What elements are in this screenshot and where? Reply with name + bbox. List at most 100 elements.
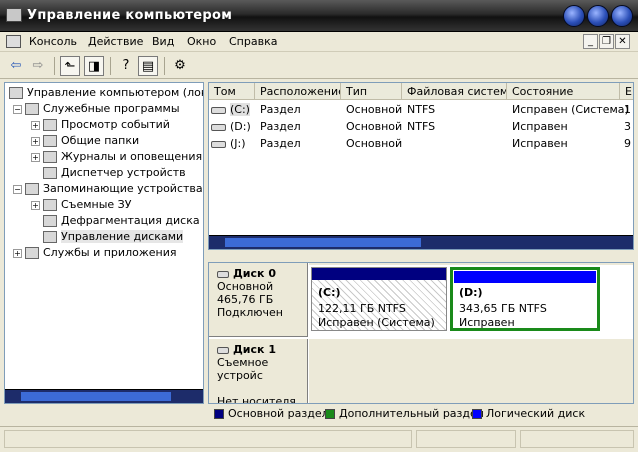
- disk-1-empty-area[interactable]: [309, 339, 633, 403]
- volume-layout: Раздел: [260, 137, 301, 150]
- tree-item-label: Запоминающие устройства: [43, 182, 203, 195]
- legend-logical-label: Логический диск: [486, 407, 586, 420]
- volume-type: Основной: [346, 137, 403, 150]
- tree-item-device-manager[interactable]: Диспетчер устройств: [43, 165, 186, 181]
- pane-splitter[interactable]: [208, 252, 634, 262]
- volume-list-horizontal-scrollbar[interactable]: [209, 235, 633, 249]
- device-manager-icon: [43, 167, 57, 179]
- toolbar: ⇦ ⇨ ⬑ ◨ ? ▤ ⚙: [0, 53, 638, 79]
- menu-action[interactable]: Действие: [88, 35, 143, 48]
- tree-item-logs-alerts[interactable]: + Журналы и оповещения пр: [31, 149, 204, 165]
- maximize-icon[interactable]: [587, 5, 609, 27]
- close-icon[interactable]: [611, 5, 633, 27]
- collapse-icon[interactable]: −: [13, 184, 22, 194]
- tree-item-shared-folders[interactable]: + Общие папки: [31, 133, 139, 149]
- partition-d-status: Исправен: [459, 316, 515, 329]
- properties-icon[interactable]: ▤: [138, 56, 158, 76]
- forward-icon[interactable]: ⇨: [28, 56, 48, 76]
- mdi-restore-icon[interactable]: ❐: [599, 34, 614, 49]
- partition-c-status: Исправен (Система): [318, 316, 435, 329]
- tree-item-label: Журналы и оповещения пр: [61, 150, 204, 163]
- expand-icon[interactable]: +: [31, 200, 40, 210]
- expand-icon[interactable]: +: [31, 152, 40, 162]
- tree-item-services-apps[interactable]: + Службы и приложения: [13, 245, 176, 261]
- disk-0-gap: [309, 263, 633, 265]
- window-title: Управление компьютером: [27, 8, 233, 23]
- disk-0-info[interactable]: Диск 0 Основной 465,76 ГБ Подключен: [209, 263, 308, 337]
- disk-1-type: Съемное устройс: [217, 356, 269, 382]
- column-header-capacity[interactable]: Е: [620, 83, 633, 100]
- console-icon[interactable]: [6, 35, 21, 48]
- tree-item-system-tools[interactable]: − Служебные программы: [13, 101, 180, 117]
- help-icon[interactable]: ?: [116, 56, 136, 76]
- volume-status: Исправен: [512, 137, 568, 150]
- extended-swatch: [325, 409, 335, 419]
- computer-management-window: Управление компьютером Консоль Действие …: [0, 0, 638, 452]
- scrollbar-thumb[interactable]: [225, 238, 421, 247]
- volume-status: Исправен: [512, 120, 568, 133]
- settings-icon[interactable]: ⚙: [170, 56, 190, 76]
- tree-item-label: Управление компьютером (локаль: [27, 86, 203, 99]
- menu-console[interactable]: Консоль: [29, 35, 77, 48]
- status-pane-2: [416, 430, 516, 448]
- volume-layout: Раздел: [260, 103, 301, 116]
- volume-type: Основной: [346, 120, 403, 133]
- storage-icon: [25, 183, 39, 195]
- partition-d-size: 343,65 ГБ NTFS: [459, 302, 547, 315]
- up-level-icon[interactable]: ⬑: [60, 56, 80, 76]
- menu-view[interactable]: Вид: [152, 35, 174, 48]
- drive-icon: [211, 106, 226, 114]
- tree-item-disk-management[interactable]: Управление дисками: [43, 229, 184, 245]
- title-bar[interactable]: Управление компьютером: [0, 0, 638, 32]
- tree-horizontal-scrollbar[interactable]: [5, 389, 203, 403]
- tree-item-label: Служебные программы: [43, 102, 180, 115]
- legend-extended: Дополнительный раздел: [325, 407, 484, 420]
- column-header-type[interactable]: Тип: [341, 83, 402, 100]
- primary-partition-band: [312, 268, 446, 280]
- scrollbar-thumb[interactable]: [21, 392, 171, 401]
- disk-1-info[interactable]: Диск 1 Съемное устройс Нет носителя: [209, 339, 308, 403]
- show-hide-tree-icon[interactable]: ◨: [84, 56, 104, 76]
- status-pane-1: [4, 430, 412, 448]
- logs-icon: [43, 151, 57, 163]
- tree-item-event-viewer[interactable]: + Просмотр событий: [31, 117, 170, 133]
- removable-storage-icon: [43, 199, 57, 211]
- computer-management-icon: [6, 8, 22, 22]
- tree-item-label: Общие папки: [61, 134, 140, 147]
- partition-c[interactable]: (C:) 122,11 ГБ NTFS Исправен (Система): [311, 267, 447, 331]
- volume-name: (C:): [230, 103, 250, 116]
- back-icon[interactable]: ⇦: [6, 56, 26, 76]
- collapse-icon[interactable]: −: [13, 104, 22, 114]
- column-header-status[interactable]: Состояние: [507, 83, 620, 100]
- volume-capacity: 9: [624, 137, 631, 150]
- volume-status: Исправен (Система): [512, 103, 629, 116]
- tree-item-computer-management[interactable]: Управление компьютером (локаль: [9, 85, 203, 101]
- disk-icon: [217, 270, 229, 278]
- toolbar-separator: [164, 57, 165, 75]
- minimize-icon[interactable]: [563, 5, 585, 27]
- partition-c-label: (C:): [318, 286, 341, 299]
- column-header-filesystem[interactable]: Файловая система: [402, 83, 507, 100]
- disk-0-type: Основной: [217, 280, 274, 293]
- tree-item-storage[interactable]: − Запоминающие устройства: [13, 181, 203, 197]
- expand-icon[interactable]: +: [31, 120, 40, 130]
- volume-filesystem: NTFS: [407, 120, 436, 133]
- column-header-volume[interactable]: Том: [209, 83, 255, 100]
- mdi-minimize-icon[interactable]: _: [583, 34, 598, 49]
- expand-icon[interactable]: +: [13, 248, 22, 258]
- disk-0-name: Диск 0: [233, 267, 276, 280]
- disk-0-state: Подключен: [217, 306, 283, 319]
- menu-window[interactable]: Окно: [187, 35, 216, 48]
- legend-extended-label: Дополнительный раздел: [339, 407, 484, 420]
- mdi-close-icon[interactable]: ✕: [615, 34, 630, 49]
- menu-help[interactable]: Справка: [229, 35, 277, 48]
- expand-icon[interactable]: +: [31, 136, 40, 146]
- partition-d[interactable]: (D:) 343,65 ГБ NTFS Исправен: [450, 267, 600, 331]
- tree-item-removable-storage[interactable]: + Съемные ЗУ: [31, 197, 131, 213]
- disk-1-name: Диск 1: [233, 343, 276, 356]
- event-viewer-icon: [43, 119, 57, 131]
- column-header-layout[interactable]: Расположение: [255, 83, 341, 100]
- tree-item-defragmenter[interactable]: Дефрагментация диска: [43, 213, 200, 229]
- legend-primary: Основной раздел: [214, 407, 329, 420]
- tree-item-label: Службы и приложения: [43, 246, 177, 259]
